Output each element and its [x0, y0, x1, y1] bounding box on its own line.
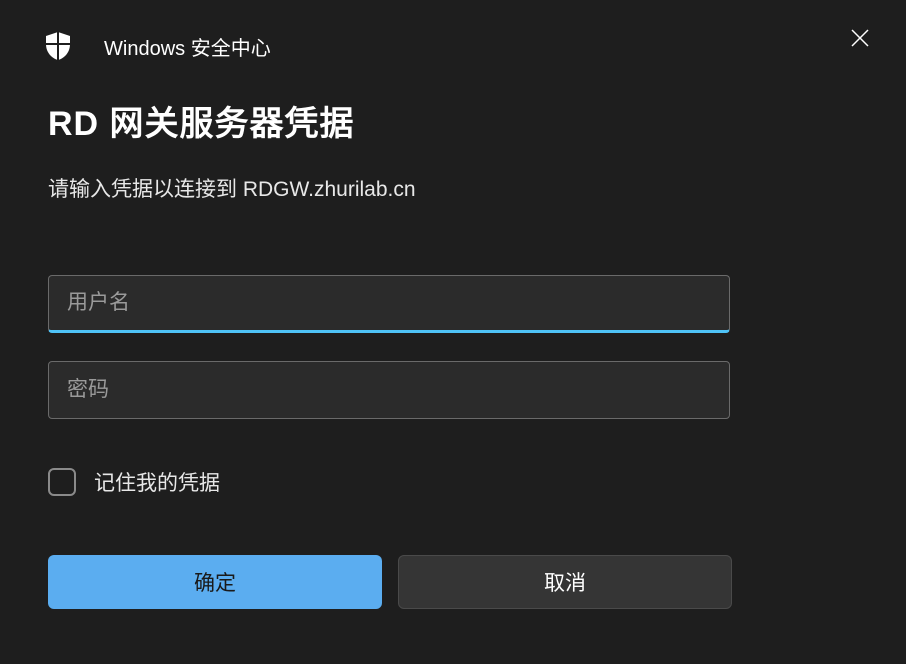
dialog-title: RD 网关服务器凭据 [48, 96, 858, 145]
dialog-subtitle: 请输入凭据以连接到 RDGW.zhurilab.cn [48, 173, 858, 203]
remember-credentials-row[interactable]: 记住我的凭据 [48, 467, 858, 497]
header-title: Windows 安全中心 [104, 32, 271, 61]
remember-credentials-label: 记住我的凭据 [94, 467, 220, 497]
close-button[interactable] [840, 18, 880, 58]
cancel-button[interactable]: 取消 [398, 555, 732, 609]
username-input[interactable] [48, 275, 730, 333]
remember-credentials-checkbox[interactable] [48, 468, 76, 496]
button-row: 确定 取消 [48, 555, 858, 609]
password-input[interactable] [48, 361, 730, 419]
ok-button[interactable]: 确定 [48, 555, 382, 609]
dialog-content: RD 网关服务器凭据 请输入凭据以连接到 RDGW.zhurilab.cn 记住… [0, 84, 906, 609]
dialog-header: Windows 安全中心 [0, 0, 906, 84]
shield-icon [40, 28, 76, 64]
close-icon [850, 28, 870, 48]
